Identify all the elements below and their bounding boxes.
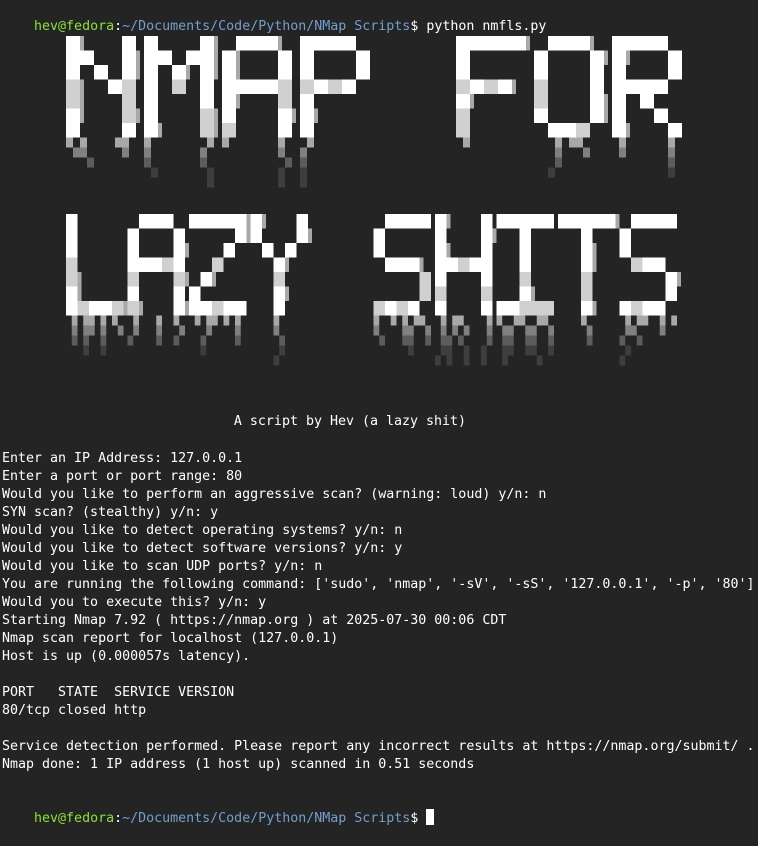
output-line: Enter a port or port range: 80 [2,469,243,484]
prompt-symbol: $ [410,811,427,826]
output-line: Enter an IP Address: 127.0.0.1 [2,451,243,466]
output-line: PORT STATE SERVICE VERSION [2,685,235,700]
prompt-user-host: hev@fedora [34,811,115,826]
ascii-art-banner [66,36,682,366]
output-line: Would you to execute this? y/n: y [2,595,267,610]
output-line: You are running the following command: [… [2,577,755,592]
text-cursor [426,809,435,825]
output-line: Nmap done: 1 IP address (1 host up) scan… [2,757,475,772]
prompt-path: ~/Documents/Code/Python/NMap Scripts [122,811,411,826]
output-line: SYN scan? (stealthy) y/n: y [2,505,219,520]
output-line: Starting Nmap 7.92 ( https://nmap.org ) … [2,613,507,628]
output-line: Service detection performed. Please repo… [2,739,755,754]
output-line: Would you like to detect software versio… [2,541,403,556]
banner-subtitle: A script by Hev (a lazy shit) [233,414,467,429]
output-line: 80/tcp closed http [2,703,147,718]
prompt-separator: : [114,811,123,826]
output-line: Would you like to perform an aggressive … [2,487,547,502]
output-line: Nmap scan report for localhost (127.0.0.… [2,631,339,646]
banner-title-line-1 [66,36,682,138]
output-line: Would you like to scan UDP ports? y/n: n [2,559,323,574]
output-line: Host is up (0.000057s latency). [2,649,251,664]
final-prompt-line[interactable]: hev@fedora:~/Documents/Code/Python/NMap … [2,791,435,826]
banner-title-line-2 [66,214,681,316]
output-line: Would you like to detect operating syste… [2,523,403,538]
